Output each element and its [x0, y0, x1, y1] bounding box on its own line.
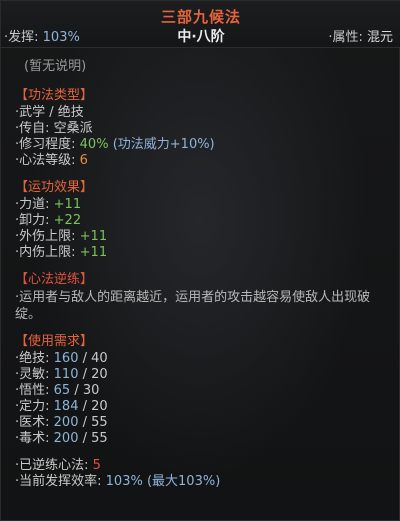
section-effects: 【运功效果】 ·力道: +11 ·卸力: +22 ·外伤上限: +11 ·内伤上…: [15, 180, 395, 261]
tooltip-header: 三部九候法 ·发挥: 103% 中·八阶 ·属性: 混元: [1, 1, 400, 48]
skill-description: (暂无说明): [24, 59, 87, 74]
mastery-row: ·修习程度: 40% (功法威力+10%): [15, 137, 395, 153]
efficiency-value: 103%: [105, 474, 143, 489]
section-reverse-practice: 【心法逆练】 ·运用者与敌人的距离越近，运用者的攻击越容易使敌人出现破绽。: [15, 272, 395, 323]
reversed-count-value: 5: [92, 458, 101, 473]
section-footer-stats: ·已逆练心法: 5 ·当前发挥效率: 103% (最大103%): [15, 458, 395, 490]
effect-row-label: ·卸力:: [15, 213, 50, 228]
effect-row: ·卸力: +22: [15, 213, 395, 229]
effect-row-label: ·力道:: [15, 197, 50, 212]
tooltip-content: (暂无说明) 【功法类型】 ·武学 / 绝技 ·传自: 空桑派 ·修习程度: 4…: [15, 59, 395, 501]
effect-row-value: +11: [79, 245, 108, 260]
section-title-reverse-practice: 【心法逆练】: [15, 272, 94, 287]
effect-row: ·内伤上限: +11: [15, 245, 395, 261]
requirement-label: ·毒术:: [15, 431, 50, 446]
mastery-value: 40%: [79, 137, 109, 152]
skill-title: 三部九候法: [160, 8, 241, 26]
requirement-required: / 55: [82, 415, 108, 430]
requirement-row: ·灵敏: 110 / 20: [15, 367, 395, 383]
requirement-required: / 30: [74, 383, 100, 398]
mastery-note: (功法威力+10%): [112, 137, 215, 152]
requirement-current: 184: [53, 399, 79, 414]
requirement-label: ·医术:: [15, 415, 50, 430]
section-requirements: 【使用需求】 ·绝技: 160 / 40 ·灵敏: 110 / 20 ·悟性: …: [15, 334, 395, 447]
skill-tooltip-panel: 三部九候法 ·发挥: 103% 中·八阶 ·属性: 混元 (暂无说明) 【功法类…: [0, 0, 400, 521]
requirement-row: ·定力: 184 / 20: [15, 399, 395, 415]
requirement-required: / 55: [82, 431, 108, 446]
requirement-label: ·定力:: [15, 399, 50, 414]
mastery-label: ·修习程度:: [15, 137, 76, 152]
requirement-row: ·悟性: 65 / 30: [15, 383, 395, 399]
effect-row: ·力道: +11: [15, 197, 395, 213]
requirement-required: / 40: [82, 351, 108, 366]
requirement-required: / 20: [82, 399, 108, 414]
skill-level-label: ·心法等级:: [15, 153, 76, 168]
requirement-current: 200: [53, 415, 79, 430]
effect-row-value: +22: [53, 213, 82, 228]
efficiency-label: ·当前发挥效率:: [15, 474, 102, 489]
section-title-effects: 【运功效果】: [15, 180, 94, 195]
effect-row-label: ·外伤上限:: [15, 229, 76, 244]
requirement-required: / 20: [82, 367, 108, 382]
requirement-current: 65: [53, 383, 71, 398]
skill-category: ·武学 / 绝技: [15, 105, 84, 120]
requirement-row: ·绝技: 160 / 40: [15, 351, 395, 367]
requirement-row: ·毒术: 200 / 55: [15, 431, 395, 447]
efficiency-row: ·当前发挥效率: 103% (最大103%): [15, 474, 395, 490]
skill-level-value: 6: [79, 153, 88, 168]
efficiency-note: (最大103%): [146, 474, 221, 489]
reversed-count-label: ·已逆练心法:: [15, 458, 89, 473]
reversed-count-row: ·已逆练心法: 5: [15, 458, 395, 474]
requirement-label: ·悟性:: [15, 383, 50, 398]
requirement-label: ·灵敏:: [15, 367, 50, 382]
effect-row-value: +11: [79, 229, 108, 244]
requirement-current: 160: [53, 351, 79, 366]
effect-row-label: ·内伤上限:: [15, 245, 76, 260]
requirement-current: 200: [53, 431, 79, 446]
section-title-requirements: 【使用需求】: [15, 334, 94, 349]
section-title-skill-type: 【功法类型】: [15, 88, 94, 103]
effect-row-value: +11: [53, 197, 82, 212]
attribute-value: 混元: [366, 30, 393, 45]
requirement-label: ·绝技:: [15, 351, 50, 366]
skill-origin: ·传自: 空桑派: [15, 121, 93, 136]
reverse-practice-text: ·运用者与敌人的距离越近，运用者的攻击越容易使敌人出现破绽。: [15, 290, 371, 322]
effect-row: ·外伤上限: +11: [15, 229, 395, 245]
attribute-label: ·属性:: [328, 30, 363, 45]
skill-level-row: ·心法等级: 6: [15, 153, 395, 169]
section-skill-type: 【功法类型】 ·武学 / 绝技 ·传自: 空桑派 ·修习程度: 40% (功法威…: [15, 88, 395, 169]
attribute-stat: ·属性: 混元: [328, 26, 393, 45]
requirement-current: 110: [53, 367, 79, 382]
requirement-row: ·医术: 200 / 55: [15, 415, 395, 431]
